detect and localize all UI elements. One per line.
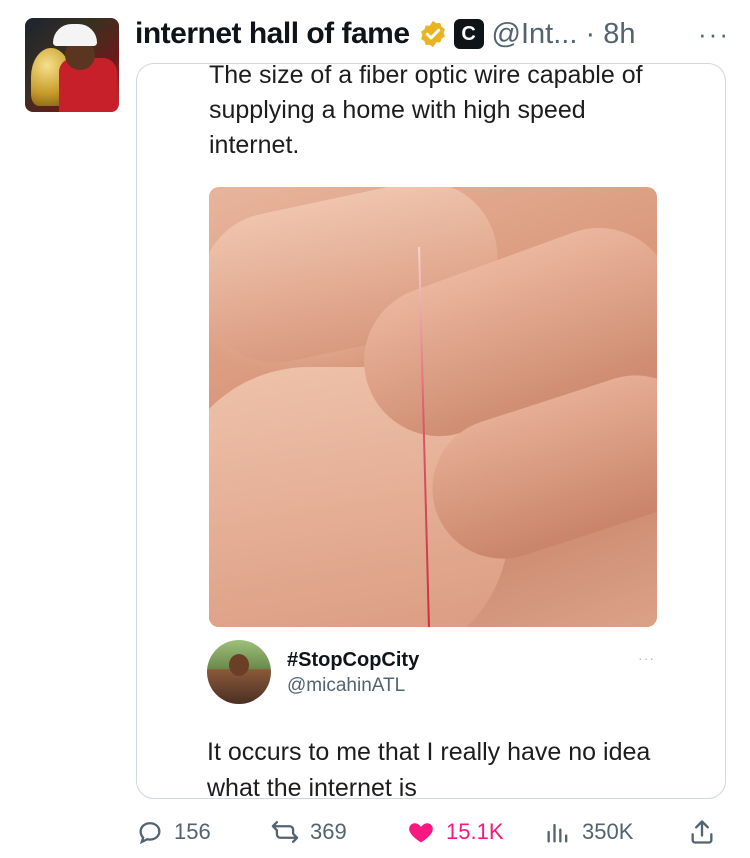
retweet-icon — [271, 821, 299, 843]
tweet-header: internet hall of fame C @Int... · 8h ··· — [135, 14, 740, 54]
inner-avatar-head — [229, 654, 249, 676]
org-badge-icon[interactable]: C — [453, 19, 484, 49]
reply-count: 156 — [174, 819, 211, 844]
action-bar: 156 369 15.1K 350K — [136, 812, 726, 852]
views-count: 350K — [582, 819, 634, 844]
inner-more-icon: ··· — [638, 650, 655, 666]
inner-tweet-text: It occurs to me that I really have no id… — [207, 738, 651, 799]
quoted-caption: The size of a fiber optic wire capable o… — [209, 63, 643, 159]
share-icon — [691, 820, 713, 844]
verified-badge-icon — [420, 20, 445, 48]
reply-button[interactable]: 156 — [136, 818, 211, 846]
inner-handle[interactable]: @micahinATL — [287, 675, 405, 697]
display-name[interactable]: internet hall of fame — [135, 17, 410, 51]
views-button[interactable]: 350K — [544, 818, 633, 846]
like-count: 15.1K — [446, 819, 504, 844]
fiber-wire-photo[interactable] — [209, 187, 657, 627]
more-options-icon[interactable]: ··· — [698, 19, 740, 50]
user-handle[interactable]: @Int... · 8h — [492, 18, 636, 51]
inner-display-name[interactable]: #StopCopCity — [287, 649, 419, 672]
inner-avatar[interactable] — [207, 640, 271, 704]
retweet-count: 369 — [310, 819, 347, 844]
profile-avatar[interactable] — [25, 18, 119, 112]
share-button[interactable] — [688, 818, 726, 846]
heart-icon — [409, 823, 433, 843]
retweet-button[interactable]: 369 — [270, 818, 347, 846]
reply-icon — [139, 822, 161, 845]
views-bar-chart-icon — [547, 823, 568, 843]
tweet-media-card[interactable]: The size of a fiber optic wire capable o… — [136, 63, 726, 799]
like-button[interactable]: 15.1K — [406, 818, 504, 846]
avatar-cap — [53, 24, 97, 46]
